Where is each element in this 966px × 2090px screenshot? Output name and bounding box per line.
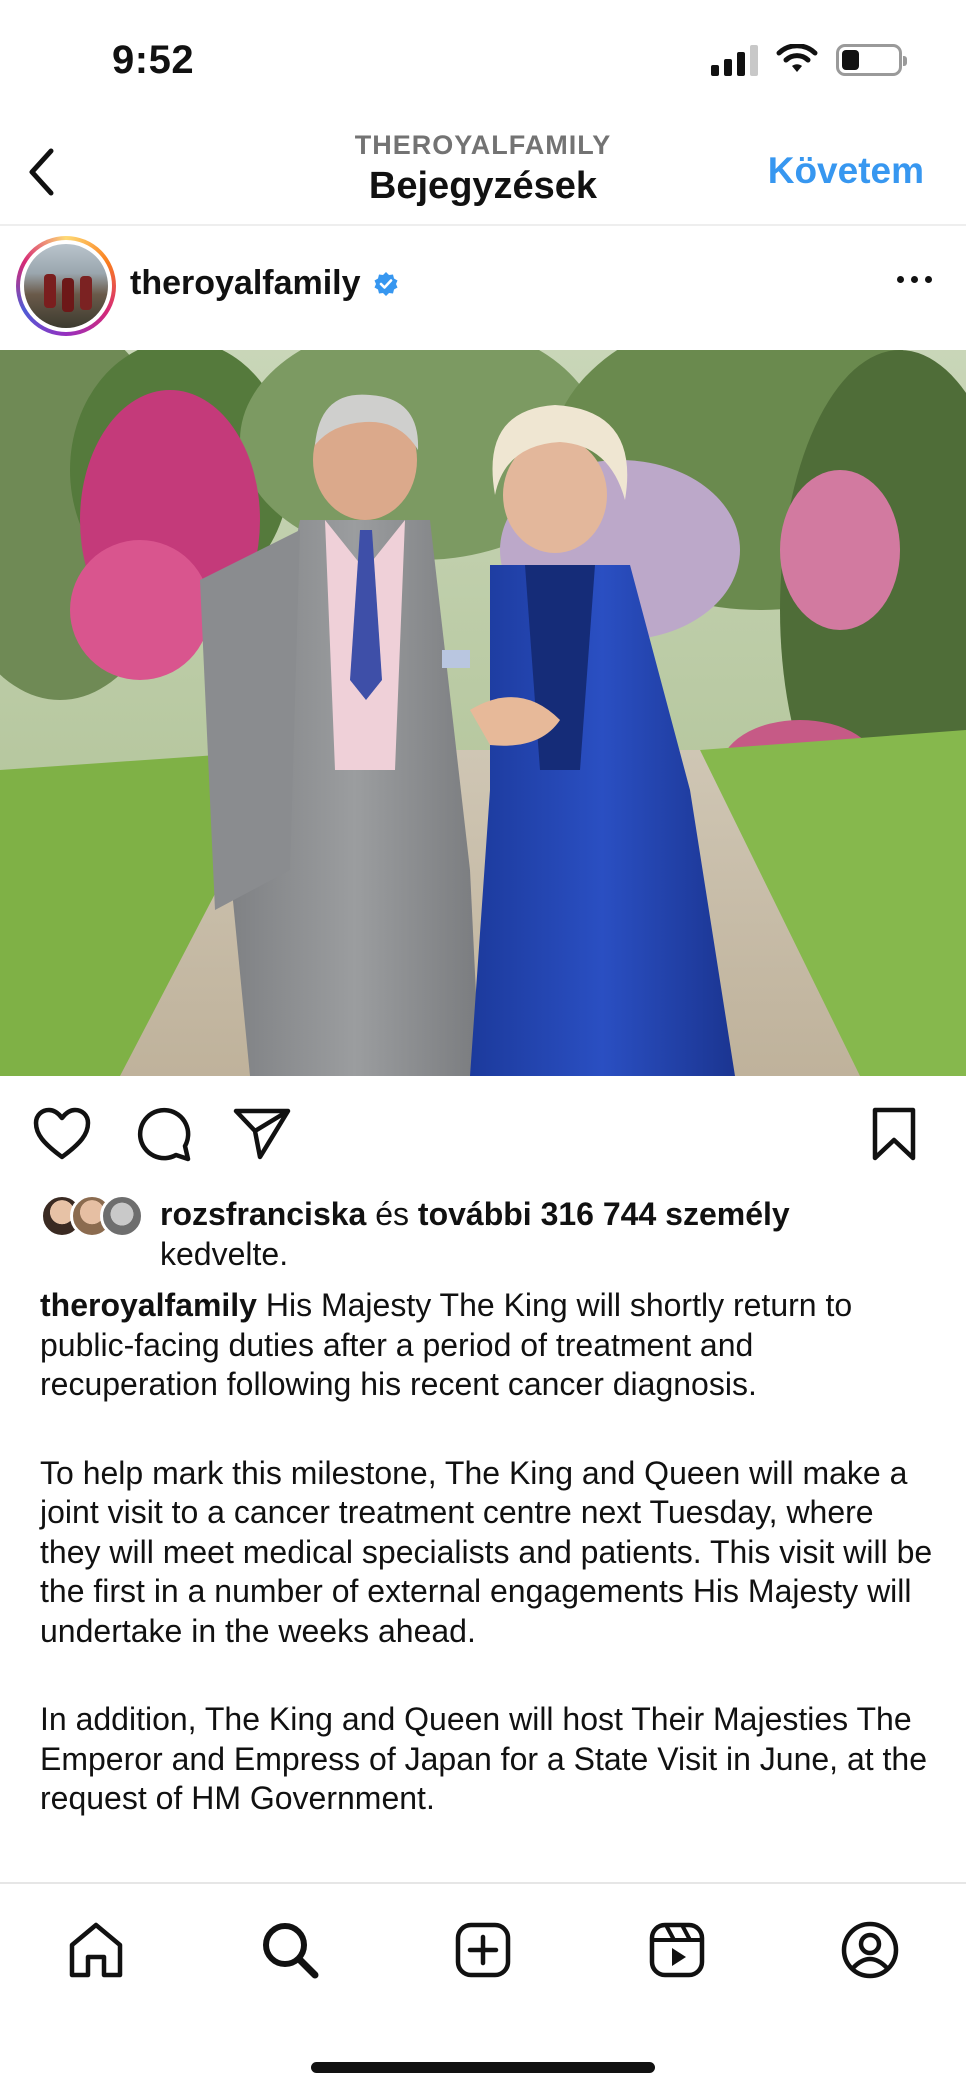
- post-header: theroyalfamily: [0, 226, 966, 350]
- caption-username[interactable]: theroyalfamily: [40, 1287, 257, 1323]
- create-icon: [455, 1922, 511, 1978]
- verified-badge-icon: [374, 271, 398, 296]
- nav-header: THEROYALFAMILY Bejegyzések Követem: [0, 120, 966, 226]
- follow-button[interactable]: Követem: [768, 150, 924, 192]
- liker-avatars: [40, 1194, 150, 1238]
- more-options-icon[interactable]: [897, 276, 932, 283]
- post-caption: theroyalfamily His Majesty The King will…: [40, 1286, 940, 1868]
- reels-icon: [649, 1922, 705, 1978]
- post-action-bar: [0, 1076, 966, 1196]
- avatar[interactable]: [16, 236, 116, 336]
- likes-connector: és: [366, 1196, 418, 1232]
- caption-paragraph: theroyalfamily His Majesty The King will…: [40, 1286, 940, 1405]
- likes-count[interactable]: további 316 744 személy: [418, 1196, 790, 1232]
- bookmark-icon: [872, 1107, 916, 1161]
- like-button[interactable]: [30, 1102, 94, 1166]
- comment-button[interactable]: [132, 1102, 196, 1166]
- profile-icon: [841, 1921, 899, 1979]
- search-icon: [263, 1923, 319, 1979]
- cellular-signal-icon: [711, 44, 758, 76]
- comment-icon: [137, 1107, 191, 1162]
- tab-create[interactable]: [447, 1914, 519, 1986]
- tab-search[interactable]: [254, 1914, 326, 1986]
- caption-text-3: In addition, The King and Queen will hos…: [40, 1701, 927, 1816]
- liker-avatar: [100, 1194, 144, 1238]
- home-icon: [69, 1922, 123, 1978]
- home-indicator: [311, 2062, 655, 2073]
- likes-text: rozsfranciska és további 316 744 személy…: [160, 1194, 790, 1274]
- username-text: theroyalfamily: [130, 264, 361, 302]
- caption-paragraph: To help mark this milestone, The King an…: [40, 1454, 940, 1652]
- heart-icon: [33, 1107, 91, 1160]
- status-icons: [711, 44, 907, 76]
- battery-icon: [836, 44, 907, 76]
- tab-profile[interactable]: [834, 1914, 906, 1986]
- caption-paragraph: In addition, The King and Queen will hos…: [40, 1700, 940, 1819]
- post-photo[interactable]: [0, 350, 966, 1076]
- bottom-tab-bar: [0, 1882, 966, 2090]
- send-icon: [233, 1108, 291, 1160]
- tab-reels[interactable]: [641, 1914, 713, 1986]
- likes-summary[interactable]: rozsfranciska és további 316 744 személy…: [40, 1194, 940, 1284]
- liker-username[interactable]: rozsfranciska: [160, 1196, 366, 1232]
- tab-home[interactable]: [60, 1914, 132, 1986]
- likes-suffix: kedvelte.: [160, 1236, 289, 1272]
- post-username[interactable]: theroyalfamily: [130, 264, 399, 303]
- wifi-icon: [776, 44, 818, 72]
- status-time: 9:52: [112, 38, 195, 82]
- share-button[interactable]: [230, 1102, 294, 1166]
- status-bar: 9:52: [0, 0, 966, 120]
- caption-text-2: To help mark this milestone, The King an…: [40, 1454, 933, 1649]
- save-button[interactable]: [862, 1102, 926, 1166]
